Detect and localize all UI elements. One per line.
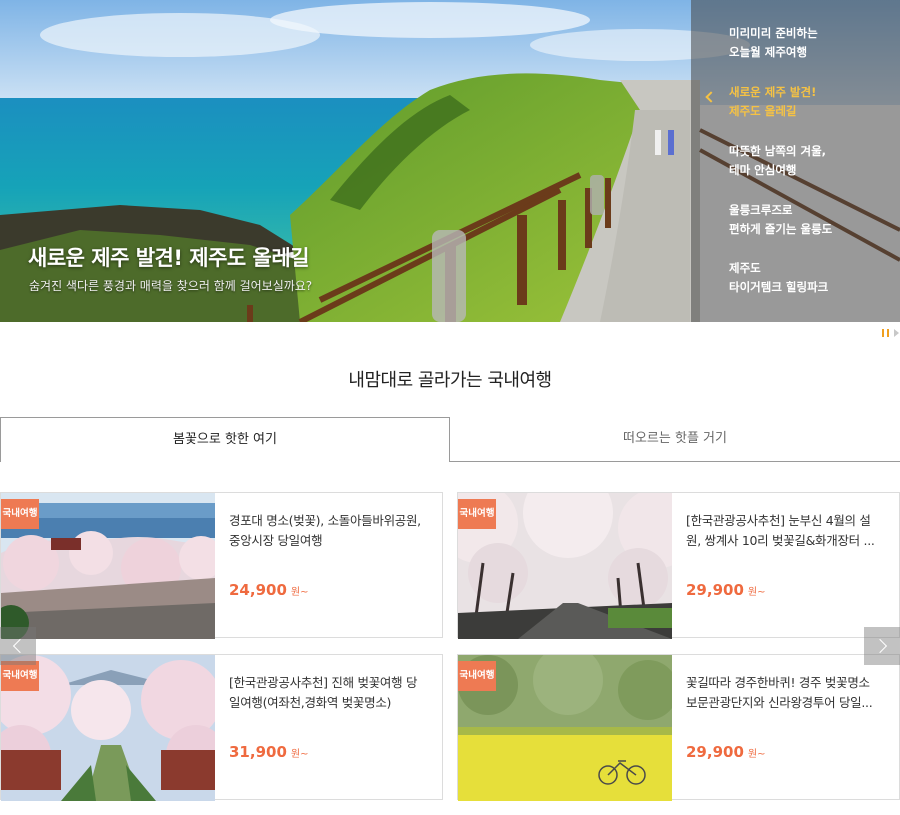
tab-bar: 봄꽃으로 핫한 여기 떠오르는 핫플 거기 [0,417,900,462]
banner-menu: 미리미리 준비하는 오늘월 제주여행 새로운 제주 발견! 제주도 올레길 따뜻… [691,0,900,322]
product-title: 경포대 명소(벚꽃), 소돌아들바위공원, 중앙시장 당일여행 [229,513,421,548]
banner-menu-item[interactable]: 미리미리 준비하는 오늘월 제주여행 [729,24,894,62]
product-price: 31,900 원~ [229,743,309,761]
chevron-left-icon [12,638,28,654]
product-price: 29,900 원~ [686,743,766,761]
category-badge: 국내여행 [458,499,496,529]
banner-menu-item[interactable]: 제주도 타이거템크 힐링파크 [729,259,894,297]
category-badge: 국내여행 [458,661,496,691]
banner-pager [880,328,900,338]
product-card[interactable]: 국내여행 [한국관광공사추천] 진해 벚꽃여행 당 일여행(여좌천,경화역 벚꽃… [0,654,443,801]
product-title: [한국관광공사추천] 눈부신 4월의 설 원, 쌍계사 10리 벚꽃길&화개장터… [686,513,875,548]
chevron-left-icon [705,91,717,103]
banner-menu-item[interactable]: 따뜻한 남쪽의 겨울, 테마 안심여행 [729,142,894,180]
carousel-next-button[interactable] [864,627,900,665]
category-badge: 국내여행 [1,661,39,691]
hero-subtitle: 숨겨진 색다른 풍경과 매력을 찾으러 함께 걸어보실까요? [29,279,313,293]
product-price: 29,900 원~ [686,581,766,599]
tab-spring-flowers[interactable]: 봄꽃으로 핫한 여기 [0,417,450,462]
product-price: 24,900 원~ [229,581,309,599]
product-card[interactable]: 국내여행 [한국관광공사추천] 눈부신 4월의 설 원, 쌍계사 10리 벚꽃길… [457,492,900,639]
product-title: 꽃길따라 경주한바퀴! 경주 벚꽃명소 보문관광단지와 신라왕경투어 당일... [686,675,873,710]
banner-menu-item-active[interactable]: 새로운 제주 발견! 제주도 올레길 [705,83,894,121]
tab-hot-places[interactable]: 떠오르는 핫플 거기 [450,417,900,462]
banner-menu-item[interactable]: 울릉크루즈로 편하게 즐기는 울릉도 [729,201,894,239]
product-card[interactable]: 국내여행 경포대 명소(벚꽃), 소돌아들바위공원, 중앙시장 당일여행 24,… [0,492,443,639]
hero-banner[interactable]: 새로운 제주 발견! 제주도 올레길 숨겨진 색다른 풍경과 매력을 찾으러 함… [0,0,900,322]
chevron-right-icon [872,638,888,654]
category-badge: 국내여행 [1,499,39,529]
product-title: [한국관광공사추천] 진해 벚꽃여행 당 일여행(여좌천,경화역 벚꽃명소) [229,675,418,710]
play-next-icon[interactable] [894,329,899,337]
carousel-prev-button[interactable] [0,627,36,665]
product-card[interactable]: 국내여행 꽃길따라 경주한바퀴! 경주 벚꽃명소 보문관광단지와 신라왕경투어 … [457,654,900,801]
section-title: 내맘대로 골라가는 국내여행 [348,370,552,391]
hero-title: 새로운 제주 발견! 제주도 올레길 [28,246,309,270]
pause-icon[interactable] [882,329,889,337]
